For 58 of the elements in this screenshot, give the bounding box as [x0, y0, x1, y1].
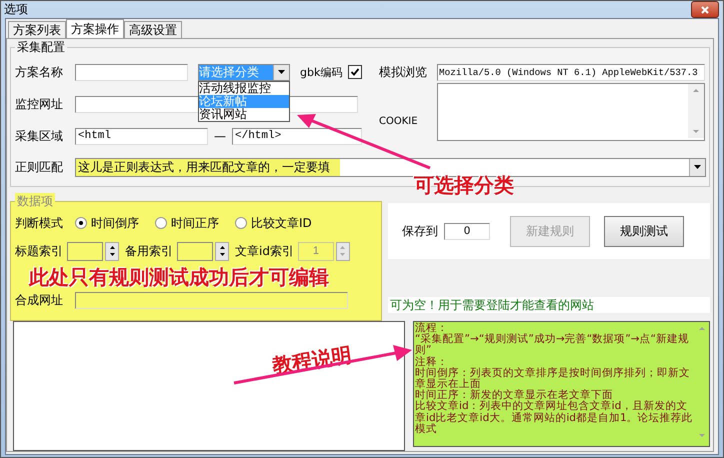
field-label: 保存到: [402, 222, 438, 240]
number-field[interactable]: [67, 242, 103, 260]
scrollbar[interactable]: [688, 84, 704, 138]
input-field[interactable]: [75, 64, 188, 80]
checkbox[interactable]: [348, 65, 362, 79]
field-label: 合成网址: [15, 292, 64, 308]
up-down-arrows-icon: [340, 245, 346, 257]
radio-label: 时间正序: [171, 214, 219, 232]
separator-dash: —: [214, 129, 226, 143]
tutorial-line: 注释：: [415, 356, 448, 368]
tutorial-line: 比较文章id：列表中的文章网址包含文章id，且新发的文章id比老文章id大。通常网站的id都是自加1。论坛推荐此模式: [415, 401, 694, 436]
radio-label: 比较文章ID: [251, 214, 312, 232]
input-field[interactable]: </html>: [232, 128, 362, 144]
group-title: 采集配置: [16, 39, 66, 56]
cookie-text-area[interactable]: [437, 82, 705, 140]
radio-button[interactable]: [75, 217, 87, 229]
regex-dropdown[interactable]: 这儿是正则表达式，用来匹配文章的，一定要填: [75, 158, 706, 176]
radio-button[interactable]: [155, 217, 167, 229]
checkbox-label: gbk编码: [300, 64, 342, 80]
field-label: 采集区域: [15, 128, 64, 144]
dropdown-option[interactable]: 活动线报监控: [199, 82, 289, 94]
dropdown-option[interactable]: 资讯网站: [199, 108, 289, 120]
field-label: COOKIE: [379, 116, 419, 127]
tutorial-line: 时间倒序：列表页的文章排序是按时间倒序排列；即新文章显示在上面: [415, 368, 691, 390]
tutorial-line: 流程：: [415, 323, 448, 334]
spin-buttons[interactable]: [215, 242, 229, 260]
action-button[interactable]: 规则测试: [604, 216, 684, 246]
field-label: 判断模式: [15, 214, 64, 232]
group-title: 数据项: [15, 193, 55, 210]
up-down-arrows-icon: [110, 245, 114, 257]
input-field[interactable]: Mozilla/5.0 (Windows NT 6.1) AppleWebKit/537.3: [437, 64, 705, 80]
field-label: 模拟浏览: [379, 64, 428, 80]
caret-icon: [278, 70, 285, 74]
close-button[interactable]: [691, 1, 719, 18]
tab[interactable]: 高级设置: [124, 21, 182, 38]
field-label: 监控网址: [15, 96, 64, 112]
field-label: 文章id索引: [235, 242, 294, 260]
tutorial-line: “采集配置”→“规则测试”成功→完善“数据项”→点“新建规则”: [415, 334, 690, 356]
radio-label: 时间倒序: [91, 214, 139, 232]
field-label: 备用索引: [125, 242, 173, 260]
field-label: 方案名称: [15, 64, 64, 80]
input-field[interactable]: [75, 292, 348, 308]
field-label: 标题索引: [15, 242, 63, 260]
spin-buttons[interactable]: [105, 242, 119, 260]
input-field[interactable]: <html: [75, 128, 208, 144]
tutorial-line: 时间正序：新发的文章显示在老文章下面: [415, 390, 613, 402]
caret-icon: [694, 165, 701, 169]
tab[interactable]: 方案操作: [66, 19, 124, 38]
input-field[interactable]: 0: [444, 222, 490, 240]
close-icon: [701, 6, 709, 14]
window-title: 选项: [4, 1, 28, 18]
hint-text: 可为空！用于需要登陆才能查看的网站: [388, 297, 710, 313]
number-field[interactable]: [177, 242, 213, 260]
annotation-text: 此处只有规则测试成功后才可编辑: [29, 266, 330, 288]
field-label: 正则匹配: [15, 158, 64, 176]
up-down-arrows-icon: [220, 245, 224, 257]
radio-button[interactable]: [235, 217, 247, 229]
tab[interactable]: 方案列表: [8, 21, 66, 38]
